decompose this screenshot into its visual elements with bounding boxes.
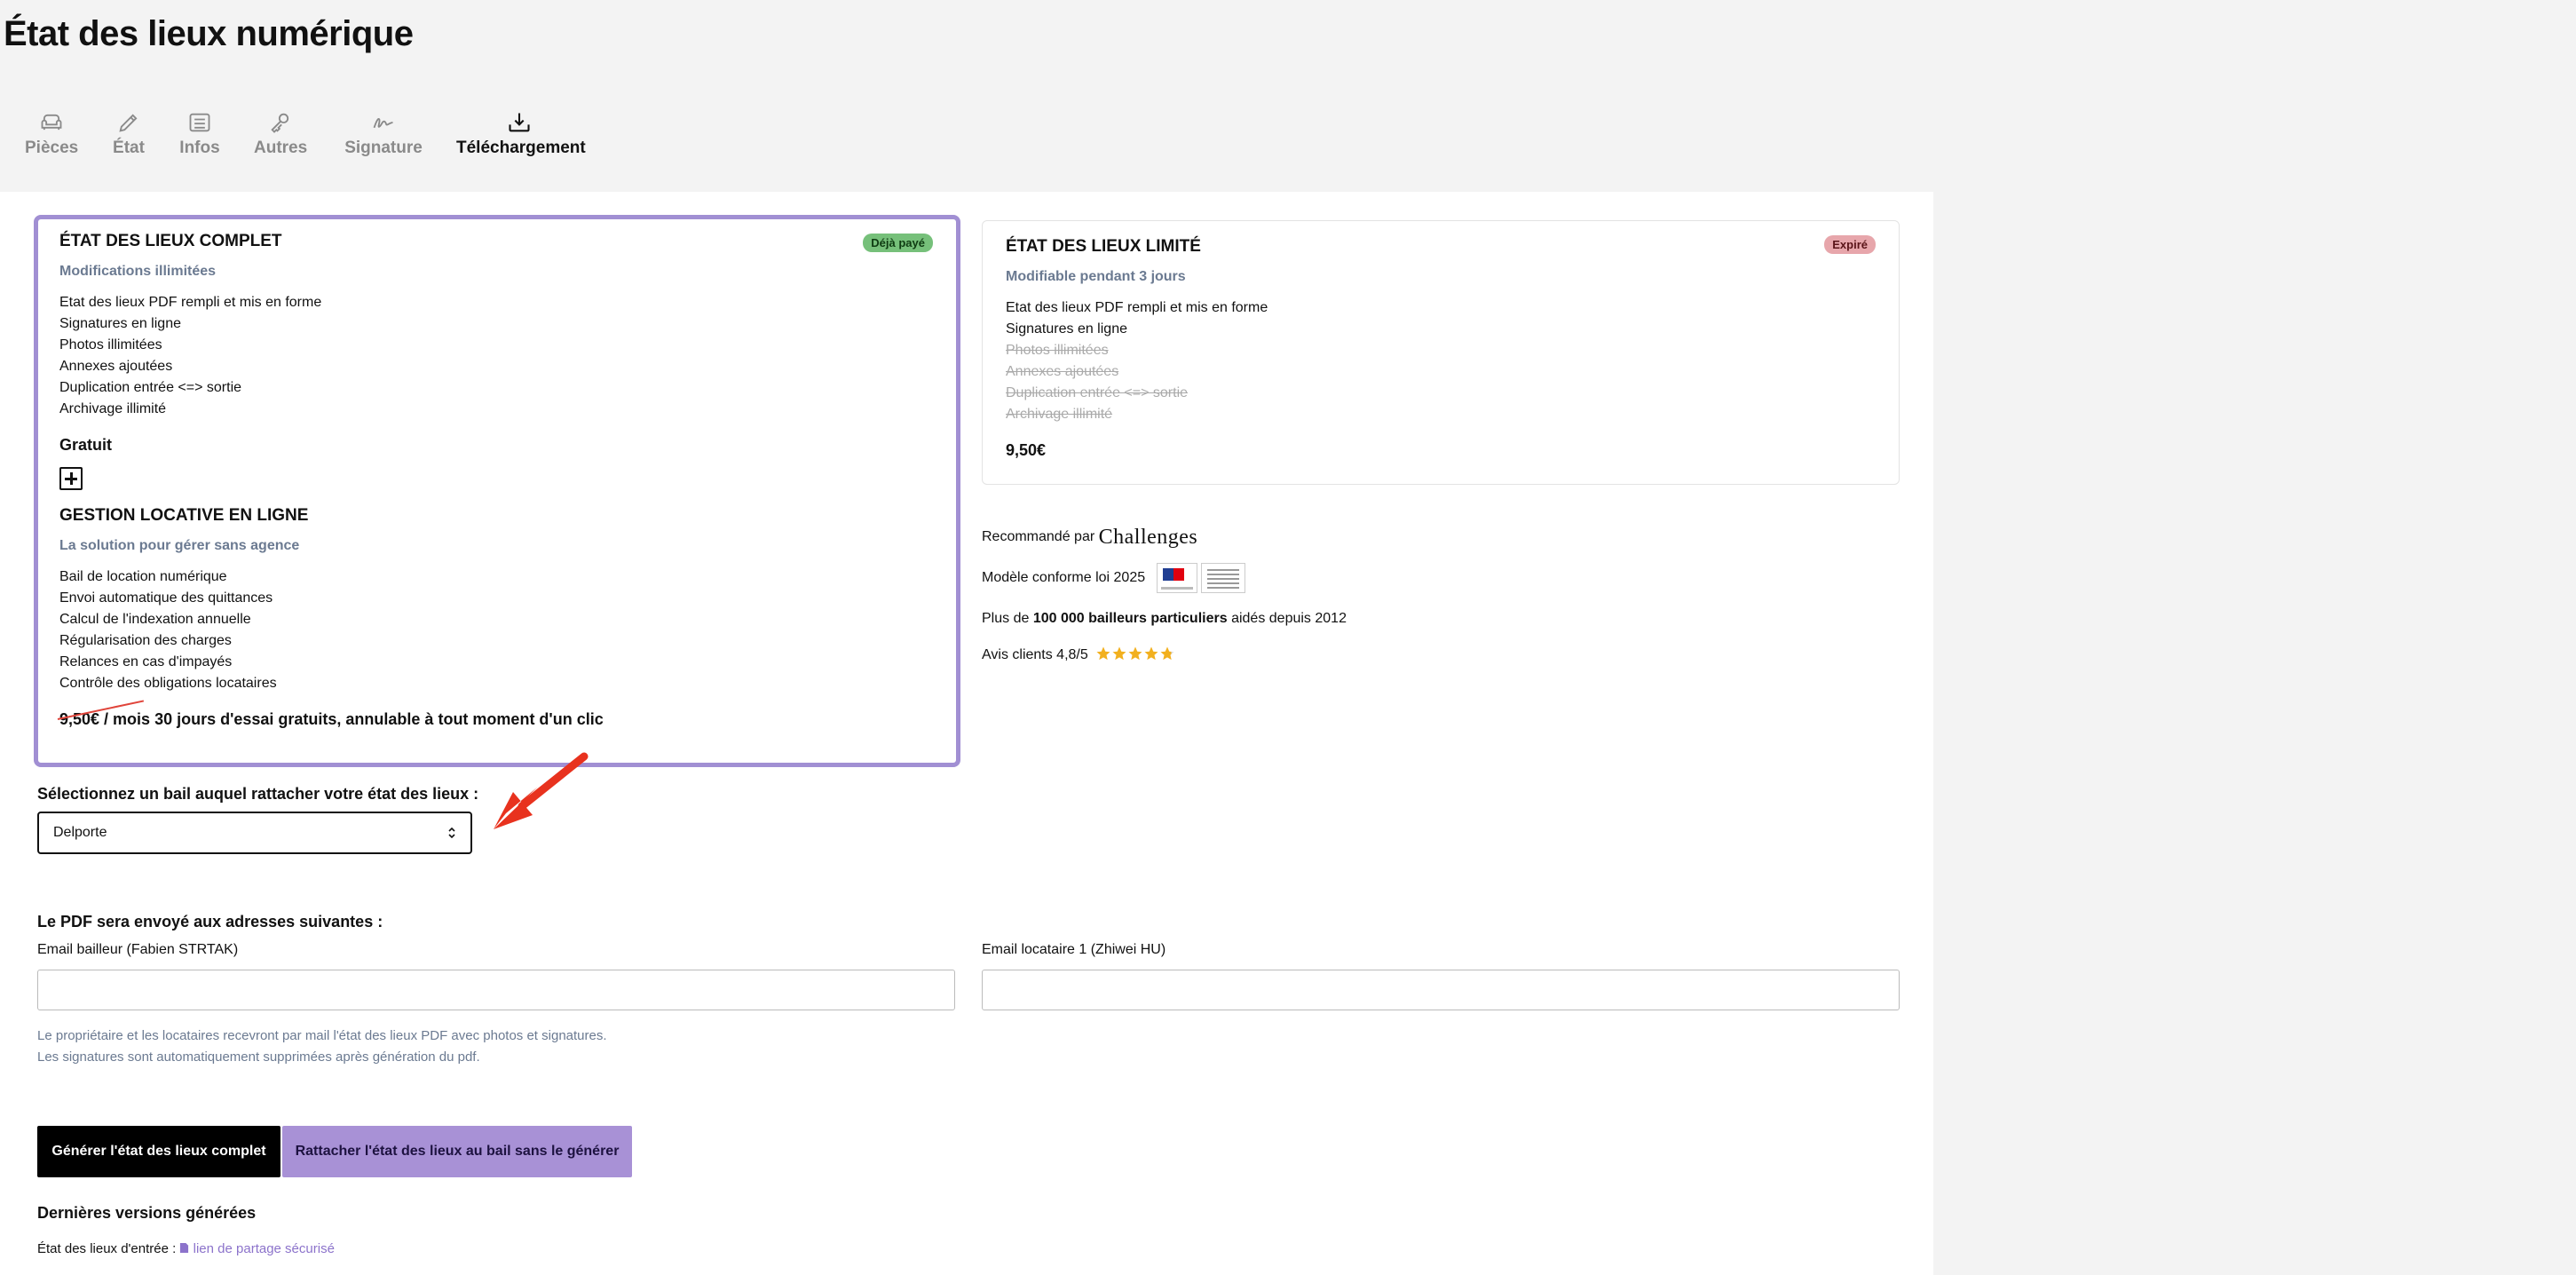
feature-item: Duplication entrée <=> sortie [59,380,242,395]
feature-item: Etat des lieux PDF rempli et mis en form… [1006,300,1268,315]
plan-subtitle: Modifiable pendant 3 jours [1006,269,1186,284]
version-entry-label: État des lieux d'entrée : [37,1241,177,1256]
certification-logo [1200,563,1245,593]
plan-limited-card[interactable]: Expiré ÉTAT DES LIEUX LIMITÉ Modifiable … [982,220,1900,485]
tab-autres[interactable]: Autres [254,110,307,158]
annotation-arrow-icon [494,752,589,829]
compliance-line: Modèle conforme loi 2025 [982,563,1245,593]
feature-item-disabled: Archivage illimité [1006,407,1113,422]
users-count: 100 000 bailleurs particuliers [1032,611,1228,626]
help-text-line2: Les signatures sont automatiquement supp… [37,1049,480,1065]
attach-without-generate-button[interactable]: Rattacher l'état des lieux au bail sans … [282,1126,632,1177]
feature-item: Calcul de l'indexation annuelle [59,612,251,627]
addon-subtitle: La solution pour gérer sans agence [59,538,300,553]
tab-label: Infos [179,139,220,157]
feature-item-disabled: Photos illimitées [1006,343,1109,358]
add-option-icon[interactable] [59,467,83,490]
addon-title: GESTION LOCATIVE EN LIGNE [59,506,309,525]
feature-item: Annexes ajoutées [59,359,173,374]
star-icon [1096,646,1110,661]
list-icon [179,110,220,135]
addon-price: 9,50€ / mois 30 jours d'essai gratuits, … [59,710,935,729]
versions-heading: Dernières versions générées [37,1204,257,1222]
generate-button[interactable]: Générer l'état des lieux complet [37,1126,281,1177]
tenant-email-field[interactable] [982,970,1900,1010]
file-icon [180,1243,189,1253]
feature-item: Contrôle des obligations locataires [59,676,277,691]
rating-stars [1095,645,1175,666]
tab-telechargement[interactable]: Téléchargement [456,110,586,158]
tab-label: Autres [254,139,308,157]
star-icon [1160,646,1174,661]
feature-item: Signatures en ligne [1006,321,1127,337]
users-prefix: Plus de [982,611,1030,626]
tab-label: État [113,139,145,157]
tab-label: Téléchargement [456,139,586,157]
plan-subtitle: Modifications illimitées [59,264,217,279]
feature-item: Signatures en ligne [59,316,181,331]
landlord-email-label: Email bailleur (Fabien STRTAK) [37,942,239,957]
price-text: / mois 30 jours d'essai gratuits, annula… [99,710,604,728]
feature-item-disabled: Duplication entrée <=> sortie [1006,385,1189,400]
tab-label: Pièces [25,139,79,157]
feature-item: Etat des lieux PDF rempli et mis en form… [59,295,322,310]
secure-share-link[interactable]: lien de partage sécurisé [179,1241,335,1256]
feature-item: Envoi automatique des quittances [59,590,273,606]
plan-price: 9,50€ [1006,441,1047,459]
page-title: État des lieux numérique [4,14,414,53]
lease-select-label: Sélectionnez un bail auquel rattacher vo… [37,785,479,803]
feature-item: Archivage illimité [59,401,167,416]
signature-icon [344,110,423,135]
help-text-line1: Le propriétaire et les locataires recevr… [37,1028,607,1043]
tab-pieces[interactable]: Pièces [25,110,78,158]
version-entry: État des lieux d'entrée : lien de partag… [37,1241,335,1256]
recommended-line: Recommandé par Challenges [982,526,1197,550]
plan-title: ÉTAT DES LIEUX COMPLET [59,232,282,250]
feature-item: Photos illimitées [59,337,162,352]
feature-item: Bail de location numérique [59,569,227,584]
feature-item-disabled: Annexes ajoutées [1006,364,1119,379]
plan-complete-card[interactable]: Déjà payé ÉTAT DES LIEUX COMPLET Modific… [34,215,960,767]
status-badge: Expiré [1824,235,1876,254]
compliance-text: Modèle conforme loi 2025 [982,570,1146,586]
plan-title: ÉTAT DES LIEUX LIMITÉ [1006,237,1201,256]
rating-line: Avis clients 4,8/5 [982,645,1175,666]
tab-label: Signature [344,139,423,157]
lease-select-value: Delporte [53,825,107,840]
feature-item: Régularisation des charges [59,633,232,648]
tab-etat[interactable]: État [110,110,147,158]
feature-item: Relances en cas d'impayés [59,654,233,669]
tab-signature[interactable]: Signature [344,110,423,158]
users-suffix: aidés depuis 2012 [1231,611,1347,626]
emails-heading: Le PDF sera envoyé aux adresses suivante… [37,913,383,931]
republique-francaise-logo [1156,563,1197,593]
download-icon [456,110,582,135]
tab-infos[interactable]: Infos [179,110,220,158]
users-line: Plus de 100 000 bailleurs particuliers a… [982,611,1347,627]
lease-select[interactable]: Delporte [37,812,472,854]
select-arrows-icon [448,827,455,839]
challenges-logo: Challenges [1098,526,1198,549]
star-icon [1144,646,1158,661]
key-icon [254,110,307,135]
landlord-email-field[interactable] [37,970,955,1010]
rating-text: Avis clients 4,8/5 [982,647,1088,662]
star-icon [1128,646,1142,661]
star-icon [1112,646,1126,661]
old-price: 9,50€ [59,710,100,728]
plan-price: Gratuit [59,436,113,454]
tenant-email-label: Email locataire 1 (Zhiwei HU) [982,942,1166,957]
sofa-icon [25,110,78,135]
pencil-icon [110,110,147,135]
status-badge: Déjà payé [863,234,933,252]
recommended-text: Recommandé par [982,529,1095,544]
